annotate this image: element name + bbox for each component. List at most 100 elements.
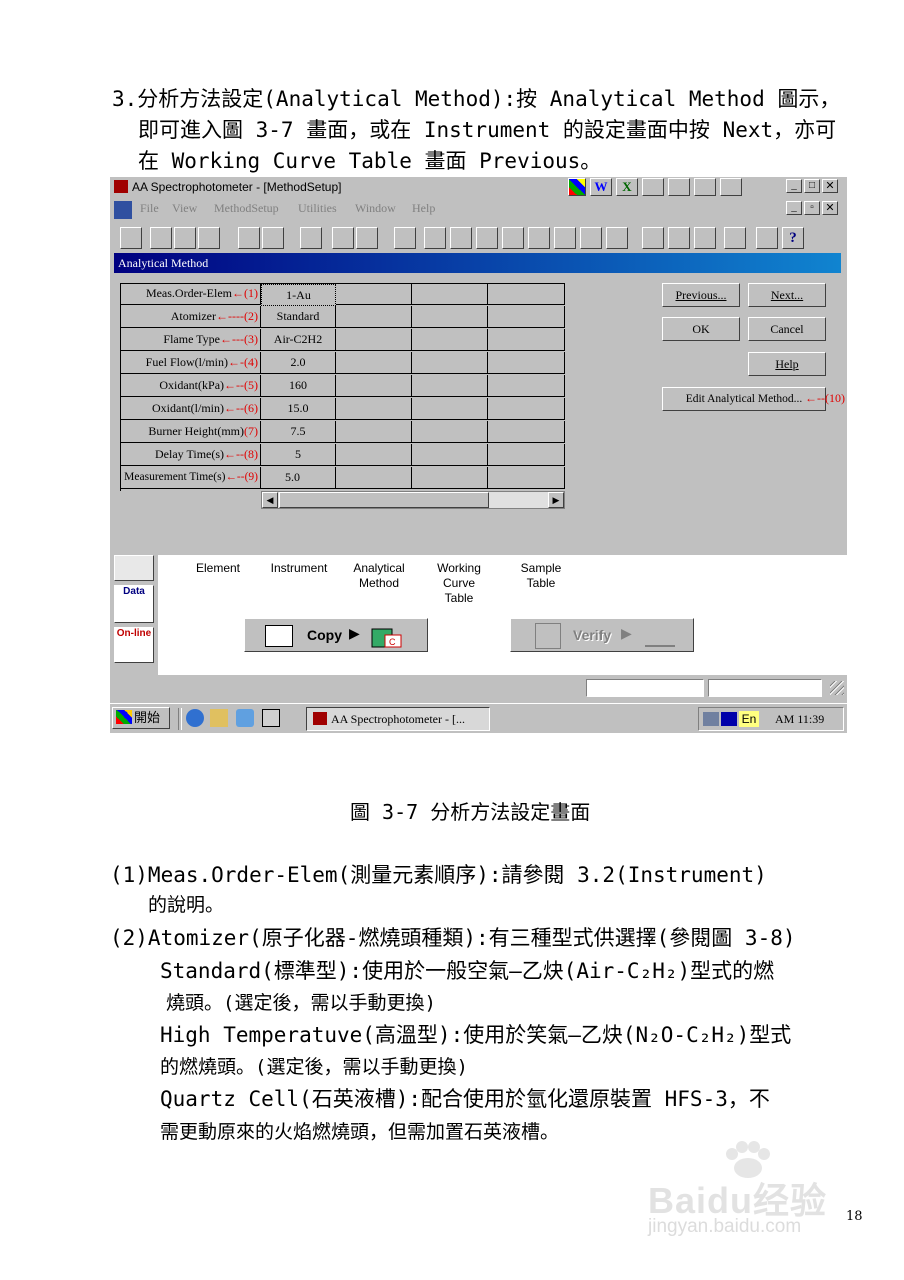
param-empty-cell[interactable] <box>412 467 488 489</box>
edit-icon[interactable] <box>198 227 220 249</box>
param-empty-cell[interactable] <box>488 375 565 397</box>
param-empty-cell[interactable] <box>336 467 412 489</box>
office-icon[interactable] <box>568 178 586 196</box>
child-minimize-button[interactable]: _ <box>786 201 802 215</box>
param-empty-cell[interactable] <box>336 398 412 420</box>
channel-icon-3[interactable] <box>476 227 498 249</box>
step-analytical-method[interactable]: Analytical Method <box>346 561 412 591</box>
param-empty-cell[interactable] <box>412 283 488 305</box>
tool-icon-5[interactable] <box>642 227 664 249</box>
tool-icon-6[interactable] <box>668 227 690 249</box>
tool-icon-8[interactable] <box>724 227 746 249</box>
excel-icon[interactable]: X <box>616 178 638 196</box>
powerpoint-icon[interactable] <box>642 178 664 196</box>
menu-file[interactable]: File <box>140 201 159 216</box>
channel-icon-4[interactable] <box>502 227 524 249</box>
previous-button[interactable]: Previous... <box>662 283 740 307</box>
param-empty-cell[interactable] <box>488 283 565 305</box>
child-restore-button[interactable]: ▫ <box>804 201 820 215</box>
tool-icon-3[interactable] <box>356 227 378 249</box>
ime-icon[interactable] <box>721 712 737 726</box>
param-empty-cell[interactable] <box>412 352 488 374</box>
menu-window[interactable]: Window <box>355 201 396 216</box>
param-empty-cell[interactable] <box>336 329 412 351</box>
param-empty-cell[interactable] <box>488 467 565 489</box>
data-icon[interactable]: Data <box>114 585 154 623</box>
param-empty-cell[interactable] <box>412 421 488 443</box>
maximize-button[interactable]: □ <box>804 179 820 193</box>
font-icon[interactable] <box>262 227 284 249</box>
channel-icon-8[interactable] <box>606 227 628 249</box>
show-desktop-icon[interactable] <box>262 709 280 727</box>
param-value[interactable]: 5.0 <box>261 467 336 489</box>
start-button[interactable]: 開始 <box>112 707 170 729</box>
setup-icon[interactable] <box>120 227 142 249</box>
step-working-curve-table[interactable]: Working Curve Table <box>426 561 492 606</box>
word-icon[interactable]: W <box>590 178 612 196</box>
minimize-button[interactable]: _ <box>786 179 802 193</box>
param-empty-cell[interactable] <box>336 444 412 466</box>
param-empty-cell[interactable] <box>488 421 565 443</box>
find-icon[interactable] <box>694 178 716 196</box>
channel-icon-5[interactable] <box>528 227 550 249</box>
step-sample-table[interactable]: Sample Table <box>508 561 574 591</box>
tool-icon-2[interactable] <box>332 227 354 249</box>
param-value[interactable]: 15.0 <box>261 398 336 420</box>
scroll-right-icon[interactable]: ▶ <box>548 492 564 508</box>
ok-button[interactable]: OK <box>662 317 740 341</box>
channel-icon-7[interactable] <box>580 227 602 249</box>
channel-icon-6[interactable] <box>554 227 576 249</box>
monitor-icon[interactable] <box>756 227 778 249</box>
param-value[interactable]: 2.0 <box>261 352 336 374</box>
param-value[interactable]: 7.5 <box>261 421 336 443</box>
param-value[interactable]: Standard <box>261 306 336 328</box>
param-empty-cell[interactable] <box>336 352 412 374</box>
verify-button[interactable]: Verify ▶ <box>510 618 694 652</box>
save-icon[interactable] <box>174 227 196 249</box>
param-empty-cell[interactable] <box>336 421 412 443</box>
chart-icon[interactable] <box>720 178 742 196</box>
copy-button[interactable]: Copy ▶ C <box>244 618 428 652</box>
scroll-thumb[interactable] <box>279 492 489 508</box>
taskbar-app-button[interactable]: AA Spectrophotometer - [... <box>306 707 490 731</box>
channels-icon[interactable] <box>236 709 254 727</box>
param-empty-cell[interactable] <box>412 306 488 328</box>
internet-explorer-icon[interactable] <box>186 709 204 727</box>
tool-icon-1[interactable] <box>300 227 322 249</box>
param-empty-cell[interactable] <box>488 398 565 420</box>
close-button[interactable]: ✕ <box>822 179 838 193</box>
next-button[interactable]: Next... <box>748 283 826 307</box>
param-empty-cell[interactable] <box>412 444 488 466</box>
cancel-button[interactable]: Cancel <box>748 317 826 341</box>
edit-analytical-method-button[interactable]: Edit Analytical Method... <box>662 387 826 411</box>
step-element[interactable]: Element <box>188 561 248 576</box>
param-value[interactable]: Air-C2H2 <box>261 329 336 351</box>
child-close-button[interactable]: ✕ <box>822 201 838 215</box>
param-empty-cell[interactable] <box>412 398 488 420</box>
param-value[interactable]: 160 <box>261 375 336 397</box>
param-empty-cell[interactable] <box>336 306 412 328</box>
tray-icon[interactable] <box>703 712 719 726</box>
horizontal-scrollbar[interactable]: ◀ ▶ <box>261 491 565 509</box>
tool-icon-7[interactable] <box>694 227 716 249</box>
param-empty-cell[interactable] <box>488 306 565 328</box>
outlook-icon[interactable] <box>210 709 228 727</box>
resize-grip-icon[interactable] <box>830 681 844 695</box>
menu-view[interactable]: View <box>172 201 197 216</box>
open-icon[interactable] <box>150 227 172 249</box>
menu-help[interactable]: Help <box>412 201 435 216</box>
step-instrument[interactable]: Instrument <box>266 561 332 576</box>
channel-icon-2[interactable] <box>450 227 472 249</box>
menu-methodsetup[interactable]: MethodSetup <box>214 201 279 216</box>
param-empty-cell[interactable] <box>336 283 412 305</box>
online-icon[interactable]: On-line <box>114 627 154 663</box>
tool-icon-4[interactable] <box>394 227 416 249</box>
menu-utilities[interactable]: Utilities <box>298 201 337 216</box>
param-value[interactable]: 1-Au <box>261 284 336 306</box>
param-empty-cell[interactable] <box>488 444 565 466</box>
channel-icon-1[interactable] <box>424 227 446 249</box>
param-empty-cell[interactable] <box>412 329 488 351</box>
param-empty-cell[interactable] <box>336 375 412 397</box>
print-icon[interactable] <box>238 227 260 249</box>
language-indicator[interactable]: En <box>739 711 759 727</box>
